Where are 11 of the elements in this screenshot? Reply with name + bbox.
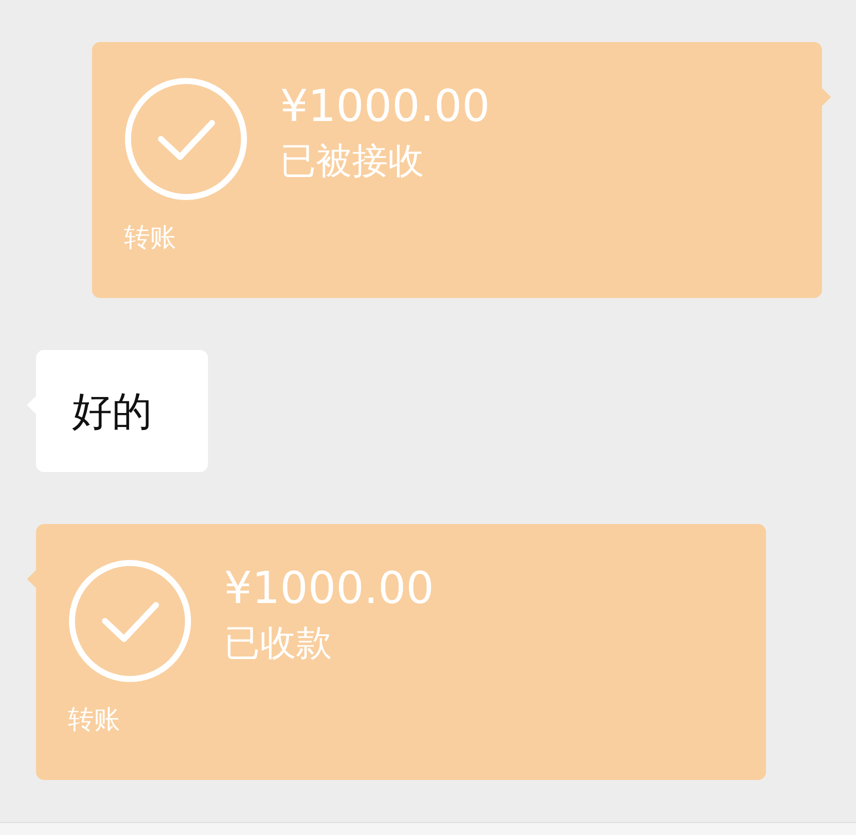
transfer-label: 转账: [68, 704, 121, 737]
message-bubble: 好的: [36, 350, 208, 472]
transfer-label: 转账: [124, 222, 177, 255]
transfer-status: 已被接收: [280, 140, 425, 184]
transfer-bubble[interactable]: ¥1000.00 已被接收 转账: [92, 42, 822, 298]
transfer-bubble[interactable]: ¥1000.00 已收款 转账: [36, 524, 766, 780]
transfer-amount: ¥1000.00: [224, 562, 434, 616]
check-circle-icon: [124, 77, 248, 201]
transfer-amount: ¥1000.00: [280, 80, 490, 134]
check-circle-icon: [68, 559, 192, 683]
transfer-status: 已收款: [224, 622, 333, 666]
